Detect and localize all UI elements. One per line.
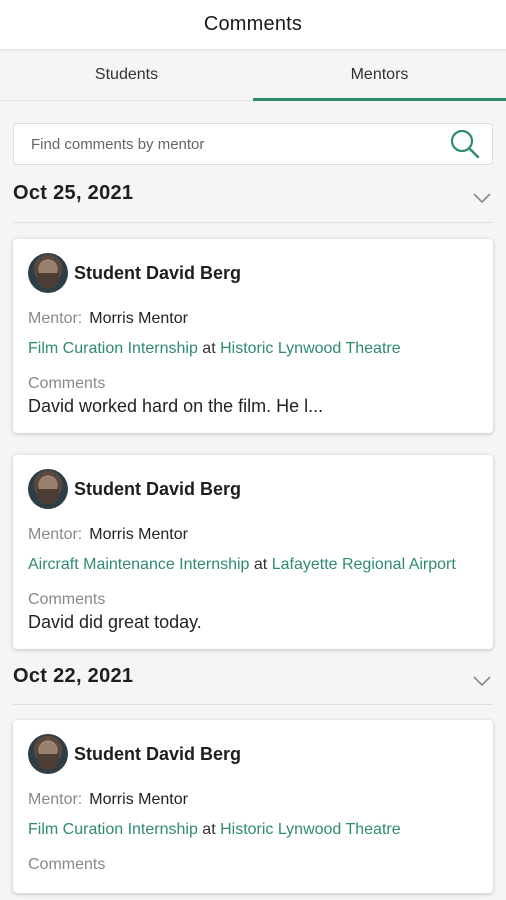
page-title: Comments <box>203 13 303 35</box>
mentor-label: Mentor: <box>28 791 83 808</box>
chevron-down-icon[interactable] <box>471 187 493 209</box>
card-header: Student David Berg <box>28 469 478 509</box>
mentor-label: Mentor: <box>28 526 83 543</box>
comment-text: David did great today. <box>28 612 202 632</box>
avatar <box>28 253 68 293</box>
comment-card[interactable]: Student David Berg Mentor: Morris Mentor … <box>13 720 493 893</box>
comment-card[interactable]: Student David Berg Mentor: Morris Mentor … <box>13 239 493 433</box>
search-container <box>0 101 506 165</box>
search-input[interactable] <box>31 135 448 153</box>
date-group-header[interactable]: Oct 22, 2021 <box>13 649 493 705</box>
card-header: Student David Berg <box>28 253 478 293</box>
internship-line: Aircraft Maintenance Internship at Lafay… <box>28 553 478 577</box>
mentor-name: Morris Mentor <box>89 310 188 327</box>
chevron-down-icon[interactable] <box>471 670 493 692</box>
tab-mentors[interactable]: Mentors <box>253 50 506 101</box>
comment-card[interactable]: Student David Berg Mentor: Morris Mentor … <box>13 455 493 649</box>
comments-label: Comments <box>28 856 106 873</box>
group-date: Oct 22, 2021 <box>13 665 134 687</box>
at-text: at <box>202 821 216 838</box>
internship-link[interactable]: Aircraft Maintenance Internship <box>28 556 249 573</box>
internship-link[interactable]: Film Curation Internship <box>28 340 198 357</box>
app-header: Comments <box>0 0 506 50</box>
comment-text: David worked hard on the film. He l... <box>28 396 324 416</box>
tab-bar: Students Mentors <box>0 50 506 101</box>
group-date: Oct 25, 2021 <box>13 182 134 204</box>
at-text: at <box>253 556 268 573</box>
mentor-name: Morris Mentor <box>89 526 188 543</box>
avatar <box>28 734 68 774</box>
location-link[interactable]: Lafayette Regional Airport <box>272 556 456 573</box>
date-group-header[interactable]: Oct 25, 2021 <box>13 165 493 223</box>
tab-students[interactable]: Students <box>0 50 253 100</box>
mentor-line: Mentor: Morris Mentor <box>28 310 478 328</box>
student-name: Student David Berg <box>74 478 242 499</box>
internship-link[interactable]: Film Curation Internship <box>28 821 198 838</box>
student-name: Student David Berg <box>74 743 242 764</box>
avatar <box>28 469 68 509</box>
comments-label: Comments <box>28 375 106 392</box>
internship-line: Film Curation Internship at Historic Lyn… <box>28 818 478 842</box>
mentor-line: Mentor: Morris Mentor <box>28 526 478 544</box>
at-text: at <box>202 340 216 357</box>
card-header: Student David Berg <box>28 734 478 774</box>
mentor-name: Morris Mentor <box>89 791 188 808</box>
location-link[interactable]: Historic Lynwood Theatre <box>220 340 401 357</box>
search-bar <box>13 123 493 165</box>
mentor-label: Mentor: <box>28 310 83 327</box>
student-name: Student David Berg <box>74 262 242 283</box>
location-link[interactable]: Historic Lynwood Theatre <box>220 821 401 838</box>
search-icon[interactable] <box>448 127 482 161</box>
comments-label: Comments <box>28 591 106 608</box>
mentor-line: Mentor: Morris Mentor <box>28 791 478 809</box>
internship-line: Film Curation Internship at Historic Lyn… <box>28 337 478 361</box>
